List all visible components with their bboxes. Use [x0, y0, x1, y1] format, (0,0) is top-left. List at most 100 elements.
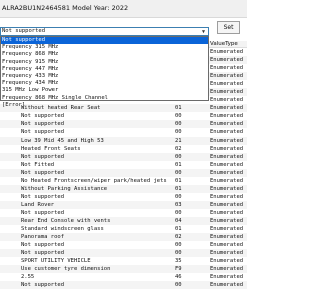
row-code: 00	[175, 282, 182, 289]
table-row[interactable]: Heated Front Seats 02 Enumerated	[0, 145, 247, 153]
table-row[interactable]: Not supported 00 Enumerated	[0, 209, 247, 217]
row-value-type: Enumerated	[210, 193, 244, 200]
row-value-type: Enumerated	[210, 161, 244, 168]
row-value-type: Enumerated	[210, 65, 244, 72]
table-row[interactable]: Land Rover 03 Enumerated	[0, 200, 247, 209]
dropdown-option[interactable]: Not supported	[1, 37, 208, 45]
row-value-type: Enumerated	[210, 226, 244, 233]
row-value: Not supported	[21, 209, 65, 216]
table-row[interactable]: Without Parking Assistance 01 Enumerated	[0, 184, 247, 193]
dropdown-option[interactable]: Frequency 434 MHz	[1, 80, 208, 87]
table-row[interactable]: Not supported 00 Enumerated	[0, 120, 247, 129]
table-row[interactable]: No Heated Frontscreen/wiper park/heated …	[0, 177, 247, 185]
row-value-type: Enumerated	[210, 266, 244, 273]
row-value: SPORT UTILITY VEHICLE	[21, 258, 91, 265]
value-dropdown-list[interactable]: Not supported Frequency 315 MHz Frequency …	[0, 36, 209, 108]
column-header-valuetype[interactable]: ValueType	[209, 41, 247, 48]
row-value: Low 39 Mid 45 and High 53	[21, 137, 104, 144]
table-row[interactable]: Low 39 Mid 45 and High 53 21 Enumerated	[0, 136, 247, 145]
row-value-type: Enumerated	[210, 137, 244, 144]
row-value-type: Enumerated	[210, 73, 244, 80]
row-code: 00	[175, 121, 182, 128]
table-row[interactable]: Standard windscreen glass 01 Enumerated	[0, 225, 247, 233]
row-value: Standard windscreen glass	[21, 226, 104, 233]
table-row[interactable]: Not supported 00 Enumerated	[0, 128, 247, 136]
table-row[interactable]: Use customer tyre dimension F9 Enumerated	[0, 265, 247, 274]
row-value-type: Enumerated	[210, 250, 244, 257]
table-row[interactable]: Panorama roof 02 Enumerated	[0, 233, 247, 242]
row-value: Panorama roof	[21, 234, 65, 241]
row-value-type: Enumerated	[210, 169, 244, 176]
row-code: 02	[175, 234, 182, 241]
row-value: Land Rover	[21, 201, 55, 208]
row-value: Not supported	[21, 153, 65, 160]
row-value-type: Enumerated	[210, 153, 244, 160]
row-value-type: Enumerated	[210, 282, 244, 289]
row-code: 00	[175, 242, 182, 249]
row-code: 03	[175, 201, 182, 208]
row-code: 02	[175, 145, 182, 152]
row-value: Not supported	[21, 169, 65, 176]
row-value-type: Enumerated	[210, 89, 244, 96]
dropdown-option[interactable]: Frequency 915 MHz	[1, 59, 208, 66]
row-value-type: Enumerated	[210, 258, 244, 265]
row-code: 01	[175, 185, 182, 192]
dropdown-option[interactable]: 315 MHz Low Power	[1, 87, 208, 94]
window-titlebar: ALRA2BU1N2464581 Model Year: 2022	[0, 0, 247, 18]
row-code: 04	[175, 217, 182, 224]
table-row[interactable]: Not supported 00 Enumerated	[0, 193, 247, 201]
dropdown-option[interactable]: Frequency 447 MHz	[1, 66, 208, 73]
row-code: 00	[175, 113, 182, 120]
row-value-type: Enumerated	[210, 234, 244, 241]
dropdown-option[interactable]: Frequency 315 MHz	[1, 44, 208, 51]
chevron-down-icon[interactable]: ▼	[199, 28, 208, 35]
row-code: 00	[175, 193, 182, 200]
row-code: 00	[175, 250, 182, 257]
table-row[interactable]: Rear End Console with vents 04 Enumerated	[0, 216, 247, 226]
row-value-type: Enumerated	[210, 121, 244, 128]
row-code: 00	[175, 153, 182, 160]
dropdown-option[interactable]: Frequency 868 MHz Single Channel	[1, 95, 208, 102]
row-value: Not supported	[21, 129, 65, 136]
row-value: Use customer tyre dimension	[21, 266, 111, 273]
row-value-type: Enumerated	[210, 217, 244, 224]
row-code: 01	[175, 161, 182, 168]
row-value: Not supported	[21, 121, 65, 128]
row-value: 2.55	[21, 274, 35, 281]
dropdown-option[interactable]: Frequency 433 MHz	[1, 73, 208, 80]
row-value-type: Enumerated	[210, 274, 244, 281]
row-value: Heated Front Seats	[21, 145, 81, 152]
row-value: Not Fitted	[21, 161, 55, 168]
table-row[interactable]: 2.55 46 Enumerated	[0, 273, 247, 281]
table-row[interactable]: Not supported 00 Enumerated	[0, 249, 247, 258]
table-row[interactable]: Not supported 00 Enumerated	[0, 112, 247, 120]
row-code: 46	[175, 274, 182, 281]
dropdown-option[interactable]: Frequency 868 MHz	[1, 51, 208, 58]
set-button[interactable]: Set	[217, 21, 240, 34]
row-code: 00	[175, 209, 182, 216]
table-row[interactable]: Not supported 00 Enumerated	[0, 168, 247, 177]
row-value-type: Enumerated	[210, 242, 244, 249]
dropdown-option[interactable]: [Error]	[1, 102, 208, 109]
row-value-type: Enumerated	[210, 129, 244, 136]
table-row[interactable]: Not supported 00 Enumerated	[0, 241, 247, 249]
row-code: 01	[175, 226, 182, 233]
table-row[interactable]: Not Fitted 01 Enumerated	[0, 161, 247, 169]
row-value-type: Enumerated	[210, 49, 244, 55]
row-code: 00	[175, 169, 182, 176]
row-value-type: Enumerated	[210, 81, 244, 88]
window-title: ALRA2BU1N2464581 Model Year: 2022	[2, 4, 129, 12]
value-combobox[interactable]: Not supported ▼	[0, 27, 209, 36]
row-code: F9	[175, 266, 182, 273]
row-value-type: Enumerated	[210, 177, 244, 184]
table-row[interactable]: SPORT UTILITY VEHICLE 35 Enumerated	[0, 257, 247, 265]
table-row[interactable]: Not supported 00 Enumerated	[0, 152, 247, 161]
row-value: Not supported	[21, 193, 65, 200]
row-code: 01	[175, 177, 182, 184]
row-value: Not supported	[21, 250, 65, 257]
row-code: 21	[175, 137, 182, 144]
row-value-type: Enumerated	[210, 145, 244, 152]
row-code: 00	[175, 129, 182, 136]
table-row[interactable]: Not supported 00 Enumerated	[0, 281, 247, 290]
row-value-type: Enumerated	[210, 57, 244, 64]
